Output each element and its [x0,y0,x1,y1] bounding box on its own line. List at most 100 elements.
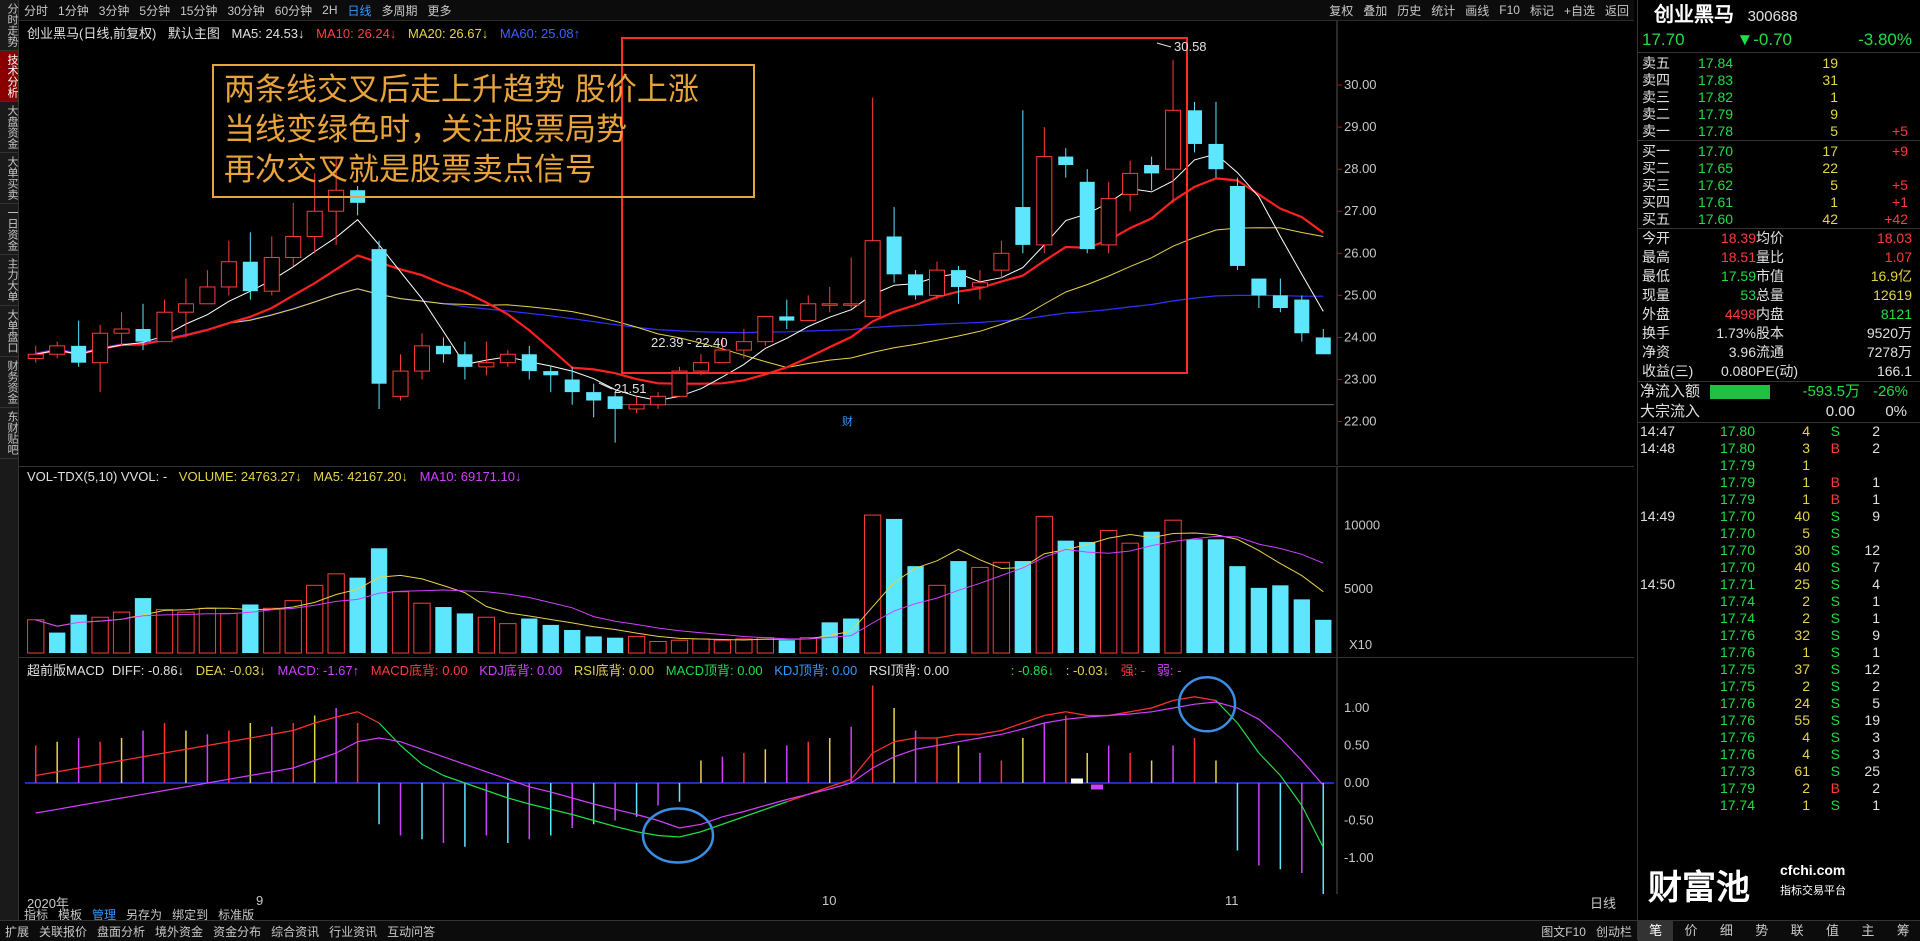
nav-item-forum[interactable]: 东财贴吧 [0,408,18,459]
candle-body [435,345,451,355]
nav-item-order-book[interactable]: 大单盘口 [0,306,18,357]
volume-bar [1014,561,1031,653]
save-as-button[interactable]: 另存为 [121,906,167,922]
tick-side: S [1830,610,1840,626]
indicator-button[interactable]: 指标 [19,906,53,922]
candle-body [993,252,1010,271]
back-button[interactable]: 返回 [1600,2,1634,19]
quote-tab[interactable]: 筹 [1886,921,1920,941]
tick-count: 1 [1872,593,1880,609]
bid-row[interactable]: 买一 17.70 17 +9 [1638,143,1920,160]
net-flow-value: -593.5万 [1802,383,1860,400]
flow-section: 净流入额 -593.5万 -26% 大宗流入 0.00 0% [1638,381,1920,422]
diff-segment [185,744,208,750]
quote-tab[interactable]: 主 [1850,921,1885,941]
tick-volume: 40 [1794,508,1810,524]
volume-bar [692,638,710,654]
stat-value: 1.07 [1884,249,1912,265]
f10-button[interactable]: F10 [1494,3,1525,17]
period-30min[interactable]: 30分钟 [222,2,269,19]
volume-bar [155,609,174,654]
status-bar: 扩展 关联报价 盘面分析 境外资金 资金分布 综合资讯 行业资讯 互动问答 图文… [0,920,1637,941]
ask-row[interactable]: 卖四 17.83 31 [1638,72,1920,89]
status-foreign[interactable]: 境外资金 [150,923,208,940]
status-industry[interactable]: 行业资讯 [324,923,382,940]
status-extend[interactable]: 扩展 [0,923,34,940]
template-button[interactable]: 模板 [53,906,87,922]
period-60min[interactable]: 60分钟 [270,2,317,19]
bid-row[interactable]: 买三 17.62 5 +5 [1638,177,1920,194]
tick-row: 14:48 17.80 3 B 2 [1640,440,1920,457]
status-f10[interactable]: 图文F10 [1536,923,1591,940]
status-distribution[interactable]: 资金分布 [208,923,266,940]
standard-button[interactable]: 标准版 [213,906,259,922]
status-qa[interactable]: 互动问答 [382,923,440,940]
tick-volume: 2 [1802,780,1810,796]
period-5min[interactable]: 5分钟 [134,2,175,19]
stats-button[interactable]: 统计 [1426,2,1460,19]
price-tick-label: 30.00 [1344,77,1377,92]
period-more[interactable]: 更多 [423,2,457,19]
level-price: 17.60 [1698,211,1734,227]
candle-body [306,210,323,237]
level-label: 卖一 [1642,123,1670,139]
status-news[interactable]: 综合资讯 [266,923,324,940]
nav-item-finance[interactable]: 财务资金 [0,357,18,408]
quote-tab[interactable]: 联 [1780,921,1815,941]
ask-row[interactable]: 卖二 17.79 9 [1638,106,1920,123]
x-axis-period[interactable]: 日线 [1590,893,1616,912]
mark-button[interactable]: 标记 [1525,2,1559,19]
draw-button[interactable]: 画线 [1460,2,1494,19]
volume-bar [263,607,281,654]
status-analysis[interactable]: 盘面分析 [92,923,150,940]
period-2h[interactable]: 2H [317,3,342,17]
bind-button[interactable]: 绑定到 [167,906,213,922]
nav-item-technical[interactable]: 技术分析 [0,51,18,102]
level-volume: 42 [1822,211,1838,227]
bid-row[interactable]: 买四 17.61 1 +1 [1638,194,1920,211]
nav-item-day-fund[interactable]: 一日资金 [0,204,18,255]
ask-row[interactable]: 卖一 17.78 5 +5 [1638,123,1920,140]
block-flow-pct: 0% [1885,403,1907,420]
history-button[interactable]: 历史 [1392,2,1426,19]
overlay-button[interactable]: 叠加 [1358,2,1392,19]
level-change [1838,106,1908,123]
period-intraday[interactable]: 分时 [19,2,53,19]
status-related[interactable]: 关联报价 [34,923,92,940]
nav-item-main-order[interactable]: 主力大单 [0,255,18,306]
status-ticker[interactable]: 创动栏 [1591,923,1637,940]
quote-tab[interactable]: 笔 [1638,921,1674,941]
nav-item-big-order[interactable]: 大单买卖 [0,153,18,204]
quote-tab[interactable]: 值 [1815,921,1850,941]
diff-segment [1194,696,1217,702]
period-daily[interactable]: 日线 [343,2,377,19]
annotation-line-2: 当线变绿色时，关注股票局势 [224,112,627,148]
level-volume: 17 [1822,143,1838,159]
level-change: +5 [1892,123,1908,139]
nav-item-intraday[interactable]: 分时走势 [0,0,18,51]
quote-tab[interactable]: 细 [1709,921,1744,941]
ask-row[interactable]: 卖五 17.84 19 [1638,55,1920,72]
candle-body [71,345,87,363]
diff-segment [378,722,401,746]
tick-volume: 1 [1802,644,1810,660]
period-15min[interactable]: 15分钟 [175,2,222,19]
bid-row[interactable]: 买五 17.60 42 +42 [1638,211,1920,228]
period-multi[interactable]: 多周期 [377,2,423,19]
quote-tab[interactable]: 势 [1744,921,1779,941]
tick-side: S [1830,542,1840,558]
add-watchlist-button[interactable]: +自选 [1559,2,1600,19]
period-1min[interactable]: 1分钟 [53,2,94,19]
nav-item-market-fund[interactable]: 大盘资金 [0,102,18,153]
bid-row[interactable]: 买二 17.65 22 [1638,160,1920,177]
quote-tab[interactable]: 价 [1673,921,1708,941]
stock-code: 300688 [1747,8,1798,25]
level-volume: 19 [1822,55,1838,71]
level-volume: 9 [1830,106,1838,122]
tick-side: S [1830,712,1840,728]
period-3min[interactable]: 3分钟 [94,2,135,19]
manage-button[interactable]: 管理 [87,906,121,922]
adjust-button[interactable]: 复权 [1324,2,1358,19]
ask-row[interactable]: 卖三 17.82 1 [1638,89,1920,106]
volume-bar [585,636,602,653]
